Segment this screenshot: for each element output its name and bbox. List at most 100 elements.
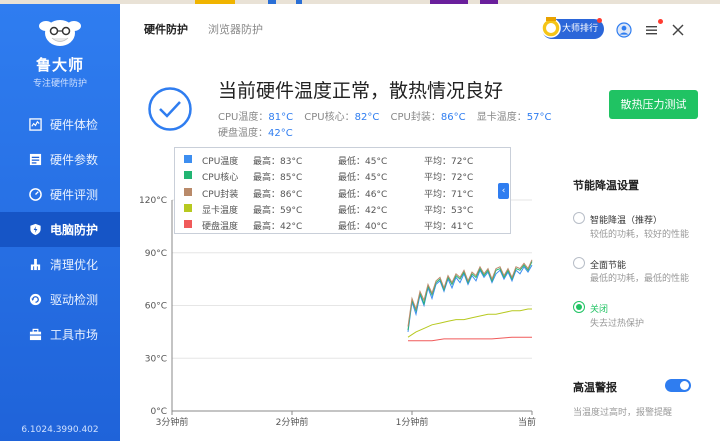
- y-tick-label: 30°C: [145, 354, 167, 364]
- mascot-logo-icon: [39, 20, 81, 46]
- legend-avg: 平均：41°C: [424, 222, 474, 233]
- legend-series-name: CPU温度: [202, 157, 239, 167]
- sidebar-item-hardware-params[interactable]: 硬件参数: [0, 142, 120, 177]
- sidebar-item-pc-protection[interactable]: 电脑防护: [0, 212, 120, 247]
- sidebar-item-hardware-benchmark[interactable]: 硬件评测: [0, 177, 120, 212]
- legend-collapse-button[interactable]: ‹: [498, 183, 509, 199]
- cpu-package-value: 86°C: [440, 112, 466, 123]
- high-temp-alarm-toggle[interactable]: [665, 379, 691, 392]
- legend-series-name: 硬盘温度: [202, 222, 239, 233]
- y-tick-label: 90°C: [145, 249, 167, 259]
- tab-browser-protection[interactable]: 浏览器防护: [208, 21, 263, 37]
- broom-icon: [30, 258, 41, 271]
- cooling-off-radio[interactable]: [573, 301, 585, 313]
- gpu-temp-label: 显卡温度：: [476, 112, 527, 123]
- legend-swatch: [184, 155, 192, 163]
- sidebar-item-label: 驱动检测: [50, 293, 99, 307]
- legend-min: 最低：42°C: [338, 205, 388, 216]
- master-ranking-button[interactable]: 大师排行: [541, 17, 604, 39]
- series-line: [407, 308, 532, 338]
- legend-avg: 平均：72°C: [424, 157, 474, 167]
- legend-row: 硬盘温度 最高：42°C 最低：40°C 平均：41°C: [175, 216, 510, 233]
- cpu-temp-label: CPU温度：: [218, 112, 269, 123]
- legend-min: 最低：45°C: [338, 157, 388, 167]
- legend-row: CPU封装 最高：86°C 最低：46°C 平均：71°C: [175, 184, 510, 201]
- sidebar: 鲁大师 专注硬件防护 硬件体检 硬件参数 硬件评测 电脑防护 清理优化 驱动检测…: [0, 4, 120, 441]
- x-tick-label: 当前: [518, 416, 536, 426]
- app-name: 鲁大师: [35, 56, 84, 74]
- tab-hardware-protection[interactable]: 硬件防护: [144, 21, 188, 37]
- sidebar-item-label: 工具市场: [50, 328, 99, 342]
- user-avatar-icon[interactable]: [616, 22, 632, 38]
- legend-swatch: [184, 171, 192, 180]
- stress-test-button[interactable]: 散热压力测试: [609, 90, 698, 119]
- full-energy-saving-label[interactable]: 全面节能: [590, 258, 626, 271]
- cooling-off-label[interactable]: 关闭: [590, 302, 608, 315]
- list-icon: [29, 153, 42, 166]
- full-energy-saving-desc: 最低的功耗，最低的性能: [590, 274, 690, 284]
- legend-avg: 平均：72°C: [424, 173, 474, 184]
- x-tick-label: 1分钟前: [396, 416, 429, 426]
- status-title: 当前硬件温度正常，散热情况良好: [218, 80, 504, 102]
- app-logo: 鲁大师 专注硬件防护: [0, 4, 120, 100]
- temperature-readings: CPU温度：81°C CPU核心：82°C CPU封装：86°C 显卡温度：57…: [218, 108, 559, 123]
- disk-temp-value: 42°C: [268, 128, 293, 139]
- ranking-label: 大师排行: [562, 24, 599, 34]
- sidebar-item-label: 清理优化: [50, 258, 99, 272]
- series-line: [408, 336, 532, 342]
- notification-dot: [597, 18, 602, 23]
- shield-bolt-icon: [30, 223, 41, 236]
- legend-avg: 平均：71°C: [424, 189, 474, 200]
- menu-notification-dot: [658, 19, 663, 24]
- legend-max: 最高：83°C: [253, 157, 303, 167]
- sidebar-item-label: 硬件评测: [50, 188, 99, 202]
- legend-swatch: [184, 220, 192, 229]
- pulse-chart-icon: [29, 118, 42, 131]
- legend-max: 最高：85°C: [253, 173, 303, 184]
- legend-min: 最低：46°C: [338, 189, 388, 200]
- chart-legend: CPU温度 最高：83°C 最低：45°C 平均：72°C CPU核心 最高：85°C 最低…: [174, 147, 511, 234]
- high-temp-alarm-desc: 当温度过高时，报警提醒: [573, 408, 673, 418]
- high-temp-alarm-title: 高温警报: [573, 381, 617, 394]
- legend-series-name: 显卡温度: [202, 205, 239, 216]
- menu-icon[interactable]: [644, 22, 660, 38]
- legend-avg: 平均：53°C: [424, 205, 474, 216]
- cpu-temp-value: 81°C: [268, 112, 294, 123]
- cooling-off-desc: 失去过热保护: [590, 319, 645, 329]
- full-energy-saving-radio[interactable]: [573, 257, 585, 269]
- refresh-icon: [29, 293, 42, 306]
- cpu-core-label: CPU核心：: [304, 112, 355, 123]
- status-ok-icon: [148, 87, 192, 131]
- sidebar-item-tool-market[interactable]: 工具市场: [0, 317, 120, 352]
- y-tick-label: 60°C: [145, 302, 167, 312]
- sidebar-item-driver-check[interactable]: 驱动检测: [0, 282, 120, 317]
- legend-max: 最高：59°C: [253, 205, 303, 216]
- smart-cooling-label[interactable]: 智能降温（推荐）: [590, 213, 662, 226]
- legend-row: CPU温度 最高：83°C 最低：45°C 平均：72°C: [175, 151, 510, 168]
- sidebar-item-label: 硬件参数: [50, 153, 99, 167]
- legend-max: 最高：42°C: [253, 222, 303, 233]
- cpu-package-label: CPU封装：: [390, 112, 441, 123]
- smart-cooling-radio[interactable]: [573, 212, 585, 224]
- legend-row: CPU核心 最高：85°C 最低：45°C 平均：72°C: [175, 167, 510, 184]
- y-tick-label: 120°C: [140, 196, 167, 206]
- sidebar-item-hardware-check[interactable]: 硬件体检: [0, 107, 120, 142]
- sidebar-item-label: 电脑防护: [50, 223, 99, 237]
- x-tick-label: 3分钟前: [156, 416, 189, 426]
- sidebar-item-label: 硬件体检: [50, 118, 99, 132]
- sidebar-item-cleanup[interactable]: 清理优化: [0, 247, 120, 282]
- gauge-icon: [29, 188, 42, 201]
- legend-swatch: [184, 203, 192, 212]
- sidebar-nav: 硬件体检 硬件参数 硬件评测 电脑防护 清理优化 驱动检测 工具市场: [0, 107, 120, 352]
- x-tick-label: 2分钟前: [276, 416, 309, 426]
- toolbox-icon: [29, 328, 42, 341]
- cooling-settings-title: 节能降温设置: [573, 179, 639, 192]
- legend-series-name: CPU核心: [202, 173, 239, 184]
- close-icon[interactable]: [670, 22, 686, 38]
- trophy-avatar-icon: [541, 17, 561, 38]
- app-subtitle: 专注硬件防护: [32, 79, 87, 89]
- app-version: 6.1024.3990.402: [21, 425, 99, 435]
- legend-series-name: CPU封装: [202, 189, 239, 200]
- cpu-core-value: 82°C: [354, 112, 380, 123]
- smart-cooling-desc: 较低的功耗，较好的性能: [590, 230, 690, 240]
